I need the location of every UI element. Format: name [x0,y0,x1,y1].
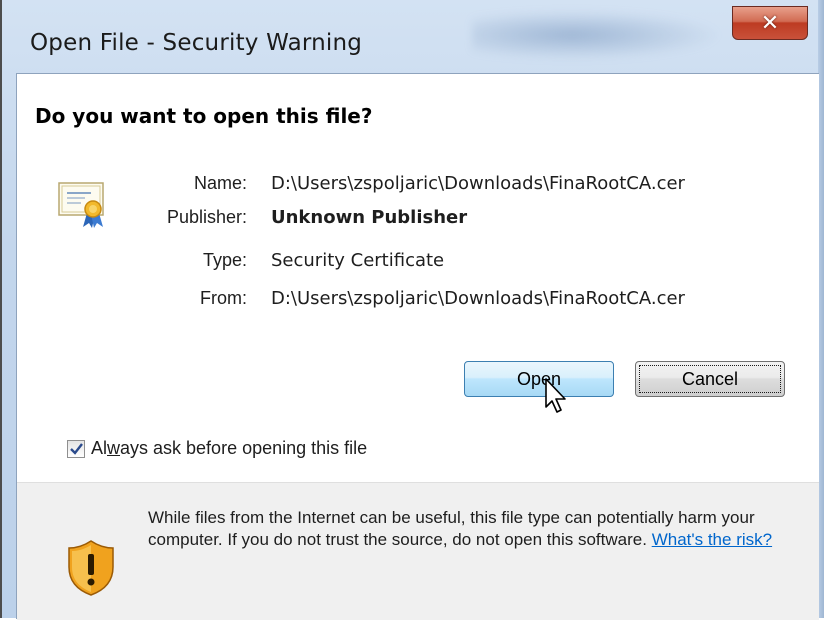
close-icon: ✕ [760,10,780,36]
background-blur [472,10,722,60]
warning-message: While files from the Internet can be use… [148,507,798,551]
mouse-pointer-icon [545,378,566,413]
always-ask-checkbox[interactable] [67,440,85,458]
open-button[interactable]: Open [464,361,614,397]
from-label: From: [200,288,247,308]
whats-the-risk-link[interactable]: What's the risk? [652,530,772,549]
cancel-button-label: Cancel [681,368,739,389]
shield-warning-icon [68,540,114,596]
close-button[interactable]: ✕ [732,6,808,40]
title-bar[interactable]: Open File - Security Warning [2,0,818,62]
warning-footer: While files from the Internet can be use… [17,482,819,620]
publisher-label: Publisher: [166,207,247,227]
checkmark-icon [70,443,83,455]
window-title: Open File - Security Warning [30,30,363,56]
dialog-question: Do you want to open this file? [35,104,373,128]
name-label: Name: [193,173,247,193]
publisher-value: Unknown Publisher [271,207,468,228]
cancel-button[interactable]: Cancel [635,361,785,397]
dialog-content: Do you want to open this file? Name: D:\… [16,73,819,620]
always-ask-label: Always ask before opening this file [91,438,368,458]
name-value: D:\Users\zspoljaric\Downloads\FinaRootCA… [271,173,685,194]
type-value: Security Certificate [271,250,445,271]
from-value: D:\Users\zspoljaric\Downloads\FinaRootCA… [271,288,685,309]
type-label: Type: [202,250,247,270]
